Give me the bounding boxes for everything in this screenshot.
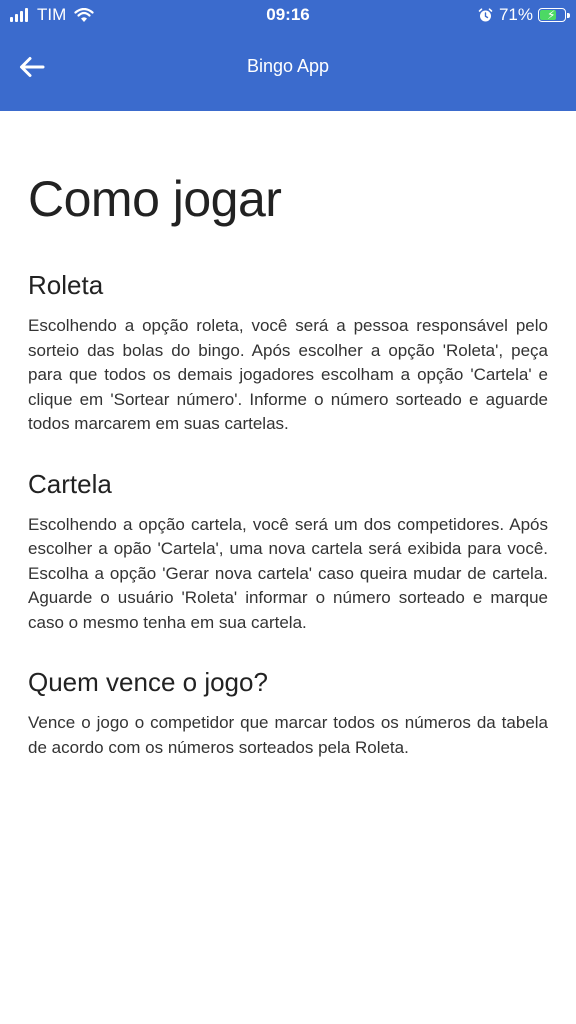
section-text: Escolhendo a opção roleta, você será a p… <box>28 316 548 433</box>
help-content: Como jogar Roleta Escolhendo a opção rol… <box>28 170 548 790</box>
section-text: Vence o jogo o competidor que marcar tod… <box>28 713 548 757</box>
battery-charging-icon: ⚡ <box>538 8 570 22</box>
status-bar-right: 71% ⚡ <box>478 5 570 25</box>
app-title: Bingo App <box>246 56 330 76</box>
section-quem-vence: Quem vence o jogo? Vence o jogo o compet… <box>28 665 548 760</box>
alarm-icon <box>478 7 493 21</box>
section-heading: Quem vence o jogo? <box>28 667 268 697</box>
battery-percent: 71% <box>498 5 533 24</box>
section-text: Escolhendo a opção cartela, você será um… <box>28 514 548 632</box>
section-heading: Roleta <box>28 270 104 300</box>
status-bar: TIM 09:16 71% ⚡ <box>0 0 576 30</box>
section-heading: Cartela <box>28 468 112 499</box>
app-bar: Bingo App <box>0 36 576 98</box>
section-roleta: Roleta Escolhendo a opção roleta, você s… <box>28 268 548 437</box>
top-bar: TIM 09:16 71% ⚡ Bingo App <box>0 0 576 111</box>
page-title: Como jogar <box>28 171 282 227</box>
section-cartela: Cartela Escolhendo a opção cartela, você… <box>28 467 548 636</box>
